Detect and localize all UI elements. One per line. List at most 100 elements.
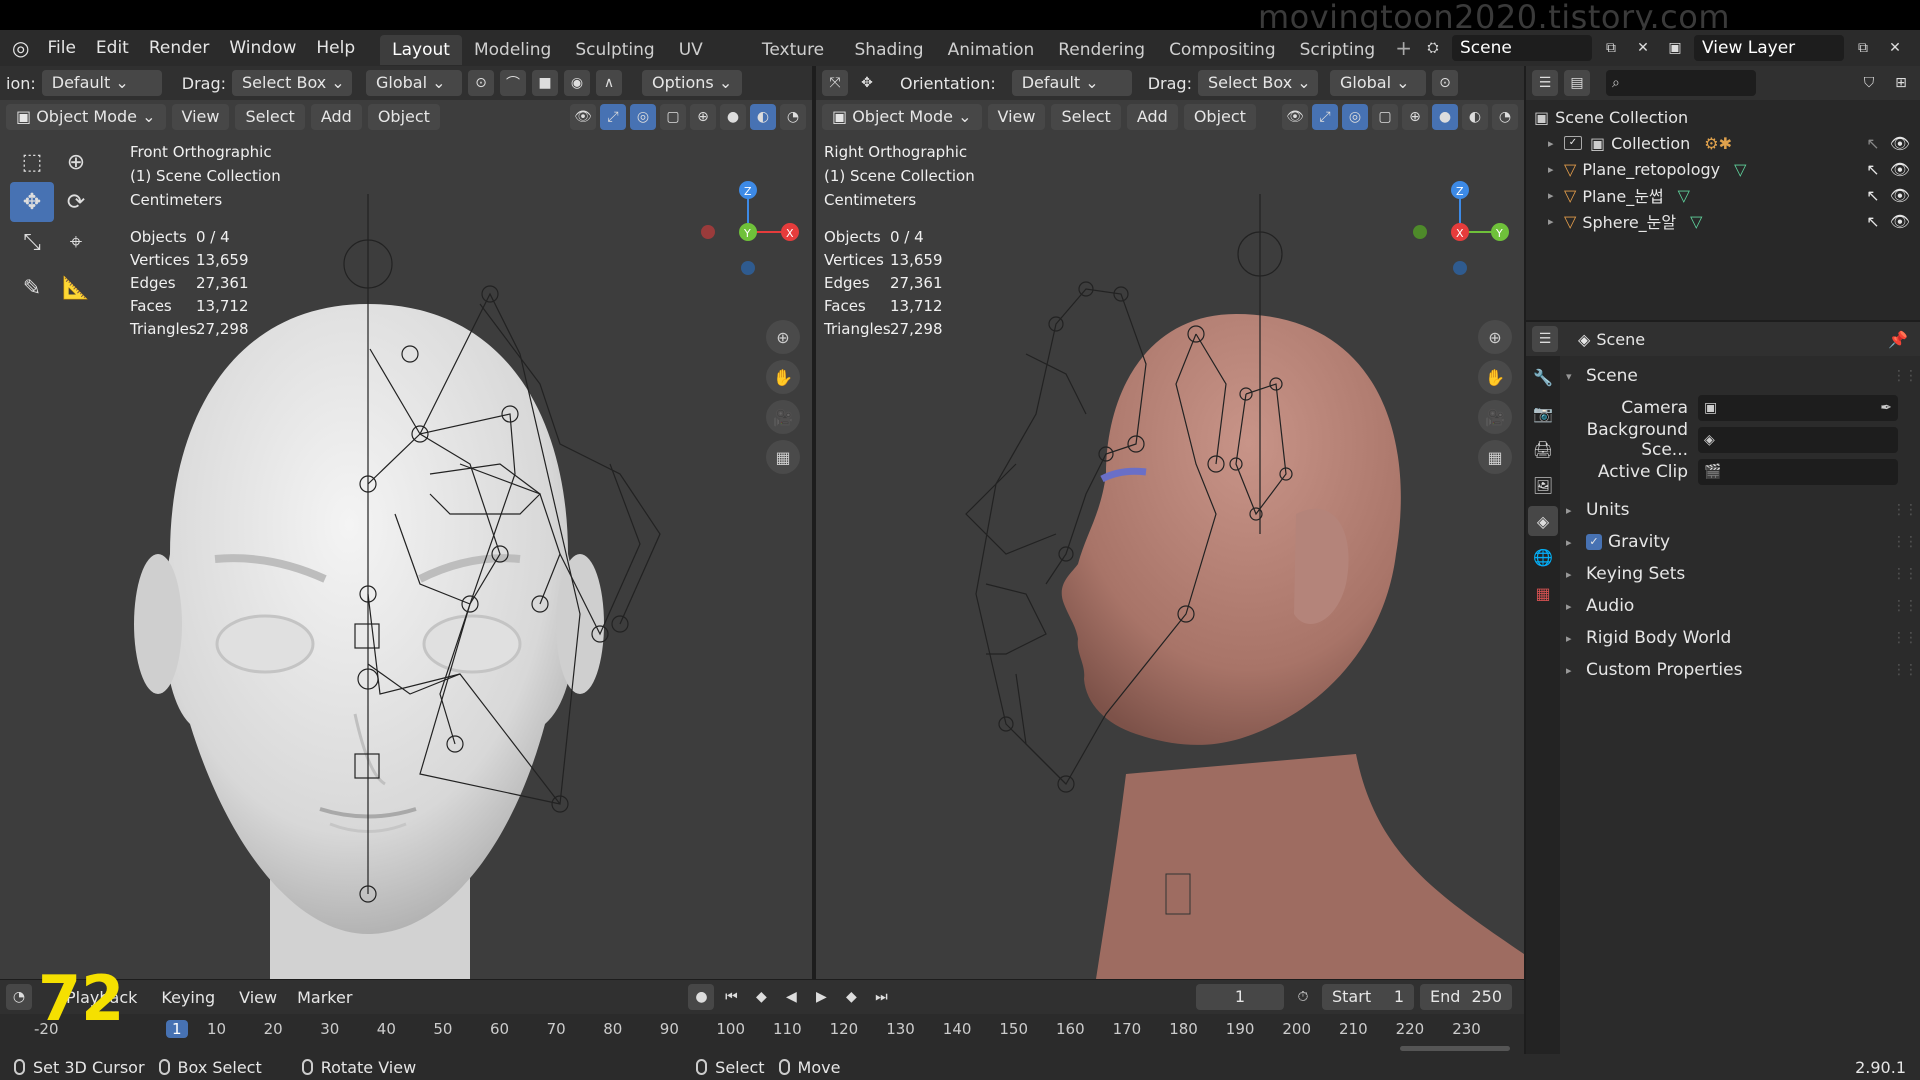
wireframe-shading-icon[interactable]: ⊕ — [690, 104, 716, 130]
material-shading-icon[interactable]: ◐ — [750, 104, 776, 130]
material-shading-icon[interactable]: ◐ — [1462, 104, 1488, 130]
pivot-icon[interactable]: ⊙ — [468, 70, 495, 96]
tab-animation[interactable]: Animation — [936, 35, 1047, 65]
marker-menu[interactable]: Marker — [297, 988, 352, 1007]
pivot-icon[interactable]: ⊙ — [1431, 70, 1458, 96]
timeline-view-menu[interactable]: View — [239, 988, 277, 1007]
select-toggle-icon[interactable]: ↖ — [1866, 186, 1879, 205]
menu-render[interactable]: Render — [139, 30, 220, 66]
add-menu[interactable]: Add — [1126, 104, 1178, 130]
play-icon[interactable]: ▶ — [808, 984, 834, 1010]
output-tab-icon[interactable]: 🖨 — [1528, 434, 1558, 464]
gizmo-toggle-icon[interactable]: ⤢ — [600, 104, 626, 130]
menu-file[interactable]: File — [37, 30, 85, 66]
eye-icon[interactable]: 👁 — [1890, 134, 1910, 153]
rigid-body-world-panel[interactable]: ▸ Rigid Body World ⋮⋮ — [1566, 622, 1918, 654]
tab-modeling[interactable]: Modeling — [462, 35, 563, 65]
drag-grip-icon[interactable]: ⋮⋮ — [1892, 630, 1918, 646]
rendered-shading-icon[interactable]: ◔ — [1492, 104, 1518, 130]
gravity-panel[interactable]: ▸ ✓ Gravity ⋮⋮ — [1566, 526, 1918, 558]
outliner-item-sphere-eyeball[interactable]: ▸ ▽ Sphere_눈알 ▽ ↖ 👁 — [1534, 208, 1920, 234]
menu-edit[interactable]: Edit — [86, 30, 139, 66]
zoom-icon[interactable]: ⊕ — [1478, 320, 1512, 354]
tab-shading[interactable]: Shading — [843, 35, 936, 65]
xray-icon[interactable]: ▢ — [660, 104, 686, 130]
outliner-item-collection[interactable]: ▸ ✓ ▣ Collection ⚙✱ ↖ 👁 — [1534, 130, 1920, 156]
drag-grip-icon[interactable]: ⋮⋮ — [1892, 598, 1918, 614]
expand-icon[interactable]: ▸ — [1548, 163, 1564, 176]
move-gizmo-icon[interactable]: ✥ — [854, 70, 880, 96]
drag-grip-icon[interactable]: ⋮⋮ — [1892, 662, 1918, 678]
eye-icon[interactable]: 👁 — [1890, 186, 1910, 205]
transform-orientation-dropdown[interactable]: Global ⌄ — [1329, 70, 1426, 96]
world-tab-icon[interactable]: 🌐 — [1528, 542, 1558, 572]
rendered-shading-icon[interactable]: ◔ — [780, 104, 806, 130]
texture-tab-icon[interactable]: ▦ — [1528, 578, 1558, 608]
drag-grip-icon[interactable]: ⋮⋮ — [1892, 502, 1918, 518]
eyedropper-icon[interactable]: ✒ — [1880, 400, 1892, 416]
scale-tool-icon[interactable]: ⤡ — [10, 222, 54, 262]
navigation-gizmo[interactable]: Z X Y — [690, 174, 800, 284]
delete-scene-icon[interactable]: ✕ — [1630, 35, 1656, 61]
eye-icon[interactable]: 👁 — [1890, 212, 1910, 231]
eye-icon[interactable]: 👁 — [1890, 160, 1910, 179]
camera-view-icon[interactable]: 🎥 — [1478, 400, 1512, 434]
transform-tool-icon[interactable]: ⌖ — [54, 222, 98, 262]
solid-shading-icon[interactable]: ● — [720, 104, 746, 130]
xray-icon[interactable]: ▢ — [1372, 104, 1398, 130]
current-frame-field[interactable]: 1 — [1196, 984, 1284, 1010]
timeline-editor-type-icon[interactable]: ◔ — [6, 984, 32, 1010]
view-layer-tab-icon[interactable]: 🖼 — [1528, 470, 1558, 500]
view-layer-browse-icon[interactable]: ▣ — [1662, 35, 1688, 61]
tool-tab-icon[interactable]: 🔧 — [1528, 362, 1558, 392]
right-viewport-canvas[interactable]: Right Orthographic (1) Scene Collection … — [816, 134, 1524, 979]
tab-compositing[interactable]: Compositing — [1157, 35, 1288, 65]
jump-end-icon[interactable]: ⏭ — [868, 984, 894, 1010]
rotate-tool-icon[interactable]: ⟳ — [54, 182, 98, 222]
camera-view-icon[interactable]: 🎥 — [766, 400, 800, 434]
snap-target-icon[interactable]: ■ — [532, 70, 559, 96]
falloff-icon[interactable]: ∧ — [596, 70, 623, 96]
menu-help[interactable]: Help — [306, 30, 365, 66]
solid-shading-icon[interactable]: ● — [1432, 104, 1458, 130]
outliner-editor-type-icon[interactable]: ☰ — [1532, 70, 1558, 96]
proportional-edit-icon[interactable]: ◉ — [564, 70, 591, 96]
select-toggle-icon[interactable]: ↖ — [1866, 134, 1879, 153]
gizmo-toggle-icon[interactable]: ⤢ — [1312, 104, 1338, 130]
new-scene-icon[interactable]: ⧉ — [1598, 35, 1624, 61]
units-panel[interactable]: ▸ Units ⋮⋮ — [1566, 494, 1918, 526]
camera-field[interactable]: ▣ ✒ — [1698, 395, 1898, 421]
next-keyframe-icon[interactable]: ◆ — [838, 984, 864, 1010]
visibility-icon[interactable]: 👁 — [1282, 104, 1308, 130]
outliner-scene-collection[interactable]: ▣ Scene Collection — [1534, 104, 1920, 130]
drag-grip-icon[interactable]: ⋮⋮ — [1892, 534, 1918, 550]
stopwatch-icon[interactable]: ⏱ — [1290, 984, 1316, 1010]
scene-tab-icon[interactable]: ◈ — [1528, 506, 1558, 536]
ortho-grid-icon[interactable]: ▦ — [766, 440, 800, 474]
scene-browse-icon[interactable]: ⛭ — [1420, 35, 1446, 61]
display-mode-icon[interactable]: ▤ — [1564, 70, 1590, 96]
orientation-dropdown[interactable]: Default ⌄ — [1011, 70, 1132, 96]
editor-type-icon[interactable]: ⤧ — [822, 70, 848, 96]
jump-start-icon[interactable]: ⏮ — [718, 984, 744, 1010]
expand-icon[interactable]: ▸ — [1548, 189, 1564, 202]
overlay-toggle-icon[interactable]: ◎ — [1342, 104, 1368, 130]
keying-menu[interactable]: Keying — [161, 988, 215, 1007]
tab-sculpting[interactable]: Sculpting — [563, 35, 666, 65]
ortho-grid-icon[interactable]: ▦ — [1478, 440, 1512, 474]
prev-keyframe-icon[interactable]: ◆ — [748, 984, 774, 1010]
record-icon[interactable]: ● — [688, 984, 715, 1010]
overlay-toggle-icon[interactable]: ◎ — [630, 104, 656, 130]
view-layer-selector[interactable]: View Layer — [1694, 35, 1844, 61]
outliner-item-plane-retopology[interactable]: ▸ ▽ Plane_retopology ▽ ↖ 👁 — [1534, 156, 1920, 182]
select-toggle-icon[interactable]: ↖ — [1866, 160, 1879, 179]
tab-texture-paint[interactable]: Texture Paint — [750, 35, 843, 90]
expand-icon[interactable]: ▸ — [1548, 215, 1564, 228]
expand-icon[interactable]: ▸ — [1548, 137, 1564, 150]
properties-editor-type-icon[interactable]: ☰ — [1532, 326, 1558, 352]
object-menu[interactable]: Object — [367, 104, 440, 130]
select-box-tool-icon[interactable]: ⬚ — [10, 142, 54, 182]
cursor-tool-icon[interactable]: ⊕ — [54, 142, 98, 182]
outliner-search-input[interactable]: ⌕ — [1606, 70, 1756, 96]
transform-orientation-dropdown[interactable]: Global ⌄ — [366, 70, 463, 96]
